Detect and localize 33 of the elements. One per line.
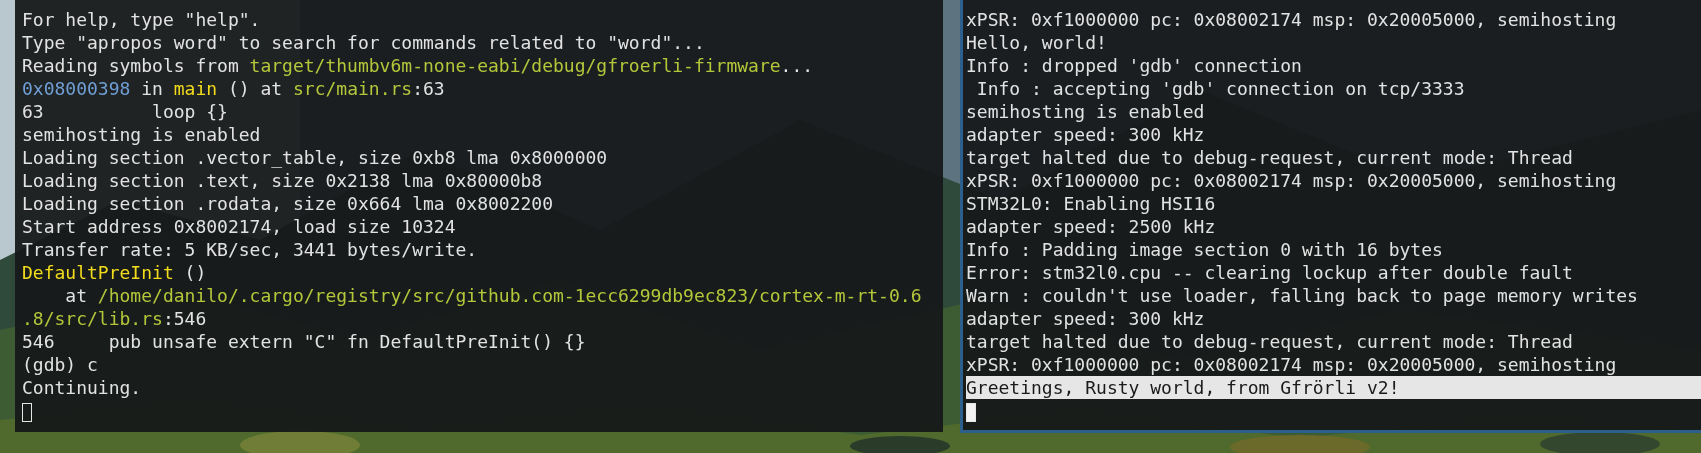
terminal-line: at /home/danilo/.cargo/registry/src/github.com-1ecc6299db9ec823/cortex-m-rt-0.6 [64, 284, 923, 307]
terminal-line: 0x08000398 in main () at src/main.rs:63 [22, 77, 446, 100]
terminal-line: Transfer rate: 5 KB/sec, 3441 bytes/write. [22, 238, 479, 261]
terminal-line: adapter speed: 300 kHz [966, 307, 1206, 330]
terminal-line: Type "apropos word" to search for commands related to "word"... [22, 31, 706, 54]
terminal-line: Start address 0x8002174, load size 10324 [22, 215, 457, 238]
terminal-line: adapter speed: 2500 kHz [966, 215, 1217, 238]
terminal-line: semihosting is enabled [966, 100, 1206, 123]
terminal-line: Loading section .vector_table, size 0xb8 lma 0x8000000 [22, 146, 609, 169]
terminal-line: semihosting is enabled [22, 123, 262, 146]
terminal-line: Continuing. [22, 376, 143, 399]
terminal-line: Hello, world! [966, 31, 1108, 54]
terminal-line: target halted due to debug-request, current mode: Thread [966, 146, 1574, 169]
terminal-line: Warn : couldn't use loader, falling back to page memory writes [966, 284, 1639, 307]
terminal-line: 546 pub unsafe extern "C" fn DefaultPreInit() {} [22, 330, 587, 353]
terminal-line: STM32L0: Enabling HSI16 [966, 192, 1217, 215]
terminal-line: For help, type "help". [22, 8, 262, 31]
terminal-line: xPSR: 0xf1000000 pc: 0x08002174 msp: 0x20005000, semihosting [966, 353, 1618, 376]
terminal-line: Reading symbols from target/thumbv6m-none-eabi/debug/gfroerli-firmware... [22, 54, 815, 77]
terminal-line: xPSR: 0xf1000000 pc: 0x08002174 msp: 0x20005000, semihosting [966, 169, 1618, 192]
terminal-line: .8/src/lib.rs:546 [22, 307, 208, 330]
terminal-line: xPSR: 0xf1000000 pc: 0x08002174 msp: 0x20005000, semihosting [966, 8, 1618, 31]
terminal-line: DefaultPreInit () [22, 261, 208, 284]
terminal-line: Error: stm32l0.cpu -- clearing lockup after double fault [966, 261, 1574, 284]
terminal-line: 63 loop {} [22, 100, 229, 123]
terminal-line: Loading section .text, size 0x2138 lma 0x80000b8 [22, 169, 544, 192]
terminal-line: target halted due to debug-request, current mode: Thread [966, 330, 1574, 353]
terminal-line: adapter speed: 300 kHz [966, 123, 1206, 146]
terminal-line: Info : Padding image section 0 with 16 bytes [966, 238, 1444, 261]
terminal-line: Loading section .rodata, size 0x664 lma 0x8002200 [22, 192, 554, 215]
terminal-line: Info : accepting 'gdb' connection on tcp/3333 [975, 77, 1466, 100]
terminal-line: (gdb) c [22, 353, 99, 376]
terminal-line: Info : dropped 'gdb' connection [966, 54, 1303, 77]
